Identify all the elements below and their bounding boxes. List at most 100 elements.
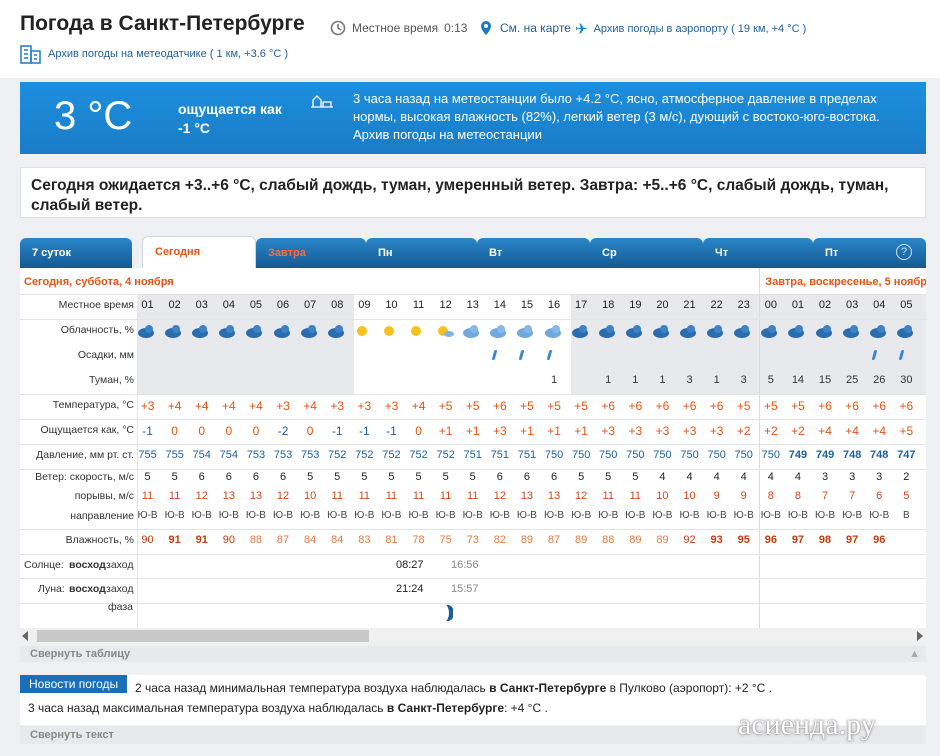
airport-archive-text[interactable]: Архив погоды в аэропорту ( 19 км, +4 °C … [594, 23, 807, 35]
scrollbar-right-arrow[interactable] [917, 631, 923, 641]
hour-cell: 03 [195, 299, 208, 311]
cloud-icon [327, 323, 347, 339]
fog-cell: 1 [550, 374, 558, 386]
cloud-icon [571, 323, 591, 339]
station-icon [311, 95, 333, 108]
tab-1[interactable]: Сегодня [142, 236, 256, 270]
current-description: 3 часа назад на метеостанции было +4.2 °… [353, 90, 913, 144]
station-archive-text[interactable]: Архив погоды на метеодатчике ( 1 км, +3.… [48, 48, 288, 60]
hour-cell: 04 [873, 299, 886, 311]
humidity-cell: 89 [520, 534, 534, 546]
humidity-cell: 96 [873, 534, 886, 546]
feels-cell: +5 [899, 424, 914, 438]
map-link[interactable]: См. на карте [478, 20, 571, 36]
row-divider [20, 578, 926, 579]
temperature-cell: +4 [249, 399, 263, 413]
news-line-1-text: 2 часа назад минимальная температура воз… [135, 681, 490, 695]
temperature-cell: +4 [222, 399, 236, 413]
rain-icon [491, 350, 498, 360]
tab-6[interactable]: Чт [703, 238, 813, 270]
tab-3[interactable]: Пн [366, 238, 477, 270]
temperature-cell: +3 [357, 399, 372, 413]
gust-cell: 11 [467, 490, 479, 502]
station-archive-button[interactable]: Архив погоды на метеостанции [353, 127, 542, 142]
tab-4[interactable]: Вт [477, 238, 590, 270]
tab-label-7[interactable]: Пт [825, 247, 838, 259]
tab-label-5[interactable]: Ср [602, 247, 617, 259]
pressure-cell: 750 [734, 449, 753, 461]
humidity-cell: 92 [683, 534, 696, 546]
scrollbar-thumb[interactable] [37, 630, 369, 642]
cloud-icon [462, 323, 482, 339]
humidity-cell: 90 [222, 534, 235, 546]
wind-dir-cell: Ю-В [571, 510, 592, 521]
scrollbar-left-arrow[interactable] [22, 631, 28, 641]
wind-dir-cell: Ю-В [679, 510, 700, 521]
humidity-cell: 87 [276, 534, 290, 546]
station-archive-link[interactable]: Архив погоды на метеодатчике ( 1 км, +3.… [20, 44, 288, 64]
collapse-text-label[interactable]: Свернуть текст [30, 729, 114, 741]
tab-label-2[interactable]: Завтра [268, 247, 306, 259]
wind-dir-cell: Ю-В [706, 510, 727, 521]
pressure-cell: 751 [463, 449, 482, 461]
gust-cell: 12 [493, 490, 506, 502]
pressure-cell: 750 [761, 449, 781, 461]
feels-cell: +2 [764, 424, 778, 438]
wind-speed-cell: 2 [903, 471, 910, 483]
wind-dir-cell: Ю-В [164, 510, 185, 521]
day-header-tomorrow: Завтра, воскресенье, 5 ноябр [765, 276, 926, 288]
temperature-cell: +4 [411, 399, 426, 413]
wind-dir-cell: Ю-В [354, 510, 375, 521]
sun-icon [381, 323, 401, 339]
current-weather-panel: 3 °C ощущается как -1 °C 3 часа назад на… [20, 82, 926, 154]
humidity-cell: 91 [195, 534, 208, 546]
pressure-cell: 747 [897, 449, 916, 461]
wind-dir-cell: Ю-В [652, 510, 673, 521]
humidity-cell: 97 [791, 534, 805, 546]
feels-cell: 0 [225, 424, 233, 438]
hour-cell: 18 [602, 299, 615, 311]
help-icon[interactable]: ? [896, 244, 912, 260]
gust-cell: 8 [767, 490, 774, 502]
map-link-text[interactable]: См. на карте [500, 21, 571, 35]
tab-2[interactable]: Завтра [256, 238, 366, 270]
current-text: 3 часа назад на метеостанции было +4.2 °… [353, 91, 880, 124]
tab-label-6[interactable]: Чт [715, 247, 728, 259]
humidity-cell: 97 [846, 534, 859, 546]
table-scrollbar[interactable] [20, 628, 926, 644]
tab-5[interactable]: Ср [590, 238, 703, 270]
feels-cell: -1 [386, 424, 397, 438]
forecast-summary: Сегодня ожидается +3..+6 °C, слабый дожд… [20, 167, 926, 218]
gust-cell: 7 [849, 490, 856, 502]
wind-speed-cell: 6 [550, 471, 558, 483]
pressure-cell: 750 [571, 449, 591, 461]
row-divider [20, 394, 926, 395]
wind-dir-cell: Ю-В [381, 510, 402, 521]
cloud-icon [245, 323, 265, 339]
tab-label-4[interactable]: Вт [489, 247, 502, 259]
tab-0[interactable]: 7 суток [20, 238, 132, 270]
rain-icon [519, 350, 525, 360]
collapse-table-label[interactable]: Свернуть таблицу [30, 648, 130, 660]
wind-dir-cell: Ю-В [842, 510, 863, 521]
sunrise-value: 08:27 [396, 559, 424, 571]
wind-speed-cell: 5 [361, 471, 368, 483]
pressure-cell: 753 [300, 449, 320, 461]
gust-cell: 11 [412, 490, 425, 502]
tab-label-3[interactable]: Пн [378, 247, 393, 259]
gust-cell: 13 [547, 490, 561, 502]
moon-phase-icon [439, 604, 454, 622]
gust-cell: 11 [331, 490, 343, 502]
airport-archive-link[interactable]: ✈ Архив погоды в аэропорту ( 19 км, +4 °… [575, 20, 806, 38]
feels-cell: +4 [872, 424, 887, 438]
tab-label-1[interactable]: Сегодня [155, 246, 200, 258]
cloud-icon [896, 323, 916, 339]
cloud-icon [706, 323, 726, 339]
feels-cell: +3 [709, 424, 724, 438]
temperature-cell: +6 [628, 399, 643, 413]
tab-label-0[interactable]: 7 суток [32, 247, 71, 259]
local-time-label: Местное время [352, 21, 439, 35]
collapse-table-button[interactable]: Свернуть таблицу ▲ [20, 646, 926, 662]
wind-dir-cell: Ю-В [245, 510, 266, 521]
hour-cell: 11 [412, 299, 425, 311]
